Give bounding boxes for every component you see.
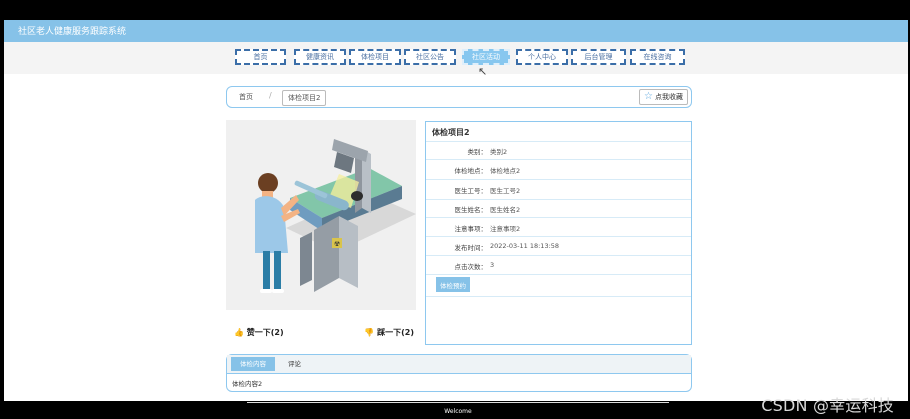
like-label: 赞一下(2)	[246, 328, 284, 337]
mouse-cursor-icon: ↖	[478, 65, 488, 78]
like-button[interactable]: 👍 赞一下(2)	[234, 327, 284, 338]
tab-content: 体检内容2	[232, 380, 263, 388]
field-value-notes: 注意事项2	[490, 225, 521, 233]
watermark: CSDN @幸运科技	[761, 396, 894, 415]
star-icon: ☆	[644, 91, 653, 102]
nav-community-notices[interactable]: 社区公告	[404, 49, 456, 65]
favorite-label: 点我收藏	[655, 93, 683, 101]
breadcrumb-bar: 首页 / 体检项目2 ☆ 点我收藏	[226, 86, 692, 108]
field-value-location: 体检地点2	[490, 167, 521, 175]
dislike-label: 踩一下(2)	[377, 328, 414, 337]
details-divider	[426, 179, 691, 180]
thumbs-down-icon: 👎	[364, 328, 375, 337]
breadcrumb-separator: /	[269, 91, 272, 100]
details-panel: 体检项目2 类别： 类别2 体检地点： 体检地点2 医生工号： 医生工号2 医生…	[425, 121, 692, 345]
app-window: 社区老人健康服务跟踪系统 首页 健康资讯 体检项目 社区公告 社区活动 个人中心…	[4, 20, 908, 401]
nav-community-activities[interactable]: 社区活动	[462, 49, 510, 65]
appointment-button[interactable]: 体检预约	[436, 277, 470, 292]
details-divider	[426, 159, 691, 160]
details-title: 体检项目2	[432, 128, 470, 137]
details-divider	[426, 236, 691, 237]
field-value-doctor-id: 医生工号2	[490, 187, 521, 195]
details-divider	[426, 255, 691, 256]
field-label-doctor-name: 医生姓名：	[454, 206, 488, 214]
favorite-button[interactable]: ☆ 点我收藏	[639, 89, 688, 105]
top-header: 社区老人健康服务跟踪系统	[4, 20, 908, 42]
medical-scan-illustration: ☢	[226, 120, 416, 310]
breadcrumb-home-link[interactable]: 首页	[239, 92, 253, 102]
nav-personal-center[interactable]: 个人中心	[516, 49, 568, 65]
content-tabs-panel: 体检内容 评论 体检内容2	[226, 354, 692, 392]
reaction-row: 👍 赞一下(2) 👎 踩一下(2)	[226, 324, 416, 344]
field-label-click-count: 点击次数：	[454, 263, 488, 271]
tab-comments[interactable]: 评论	[279, 357, 310, 371]
thumbs-up-icon: 👍	[234, 328, 244, 337]
field-value-doctor-name: 医生姓名2	[490, 206, 521, 214]
field-value-category: 类别2	[490, 148, 508, 156]
tab-strip: 体检内容 评论	[227, 355, 691, 374]
details-divider	[426, 217, 691, 218]
xray-room-illustration: ☢	[226, 120, 416, 310]
nav-checkup-items[interactable]: 体检项目	[349, 49, 401, 65]
details-divider	[426, 296, 691, 297]
details-divider	[426, 199, 691, 200]
field-value-click-count: 3	[490, 261, 495, 269]
main-navigation: 首页 健康资讯 体检项目 社区公告 社区活动 个人中心 后台管理 在线咨询	[4, 42, 908, 74]
field-label-notes: 注意事项：	[454, 225, 488, 233]
details-divider	[426, 274, 691, 275]
nav-home[interactable]: 首页	[235, 49, 286, 65]
field-label-category: 类别：	[467, 148, 488, 156]
field-value-publish-time: 2022-03-11 18:13:58	[490, 242, 560, 250]
details-divider	[426, 141, 691, 142]
svg-text:☢: ☢	[334, 240, 340, 248]
field-label-location: 体检地点：	[454, 167, 488, 175]
dislike-button[interactable]: 👎 踩一下(2)	[364, 327, 414, 338]
nav-health-news[interactable]: 健康资讯	[294, 49, 346, 65]
tab-checkup-content[interactable]: 体检内容	[231, 357, 275, 371]
footer-welcome: Welcome	[247, 402, 669, 419]
app-title: 社区老人健康服务跟踪系统	[18, 27, 127, 37]
nav-admin[interactable]: 后台管理	[571, 49, 626, 65]
field-label-publish-time: 发布时间：	[454, 244, 488, 252]
breadcrumb-current: 体检项目2	[282, 90, 327, 106]
field-label-doctor-id: 医生工号：	[454, 187, 488, 195]
nav-online-consult[interactable]: 在线咨询	[630, 49, 685, 65]
screen-recording: 社区老人健康服务跟踪系统 首页 健康资讯 体检项目 社区公告 社区活动 个人中心…	[0, 0, 910, 419]
